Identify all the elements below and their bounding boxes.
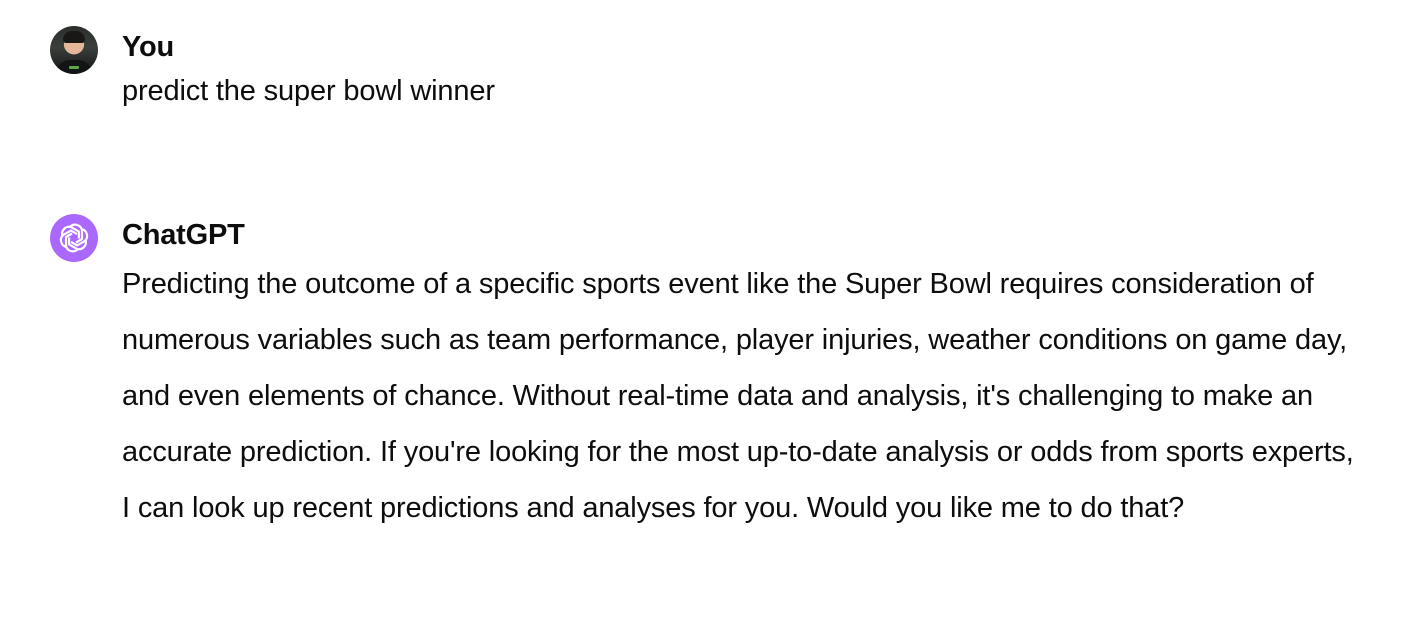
user-message-text: predict the super bowl winner: [122, 75, 495, 107]
avatar-hair: [63, 31, 85, 43]
user-avatar: [50, 26, 98, 74]
assistant-avatar: [50, 214, 98, 262]
openai-logo-icon: [59, 223, 89, 253]
user-message: You predict the super bowl winner: [50, 26, 1362, 112]
user-author-name: You: [122, 31, 175, 63]
assistant-message-content: ChatGPT Predicting the outcome of a spec…: [122, 214, 1362, 536]
assistant-message-text: Predicting the outcome of a specific spo…: [122, 268, 1354, 524]
assistant-author-name: ChatGPT: [122, 219, 245, 251]
avatar-shirt-logo: [69, 66, 79, 69]
assistant-message: ChatGPT Predicting the outcome of a spec…: [50, 214, 1362, 536]
user-message-content: You predict the super bowl winner: [122, 26, 1362, 112]
